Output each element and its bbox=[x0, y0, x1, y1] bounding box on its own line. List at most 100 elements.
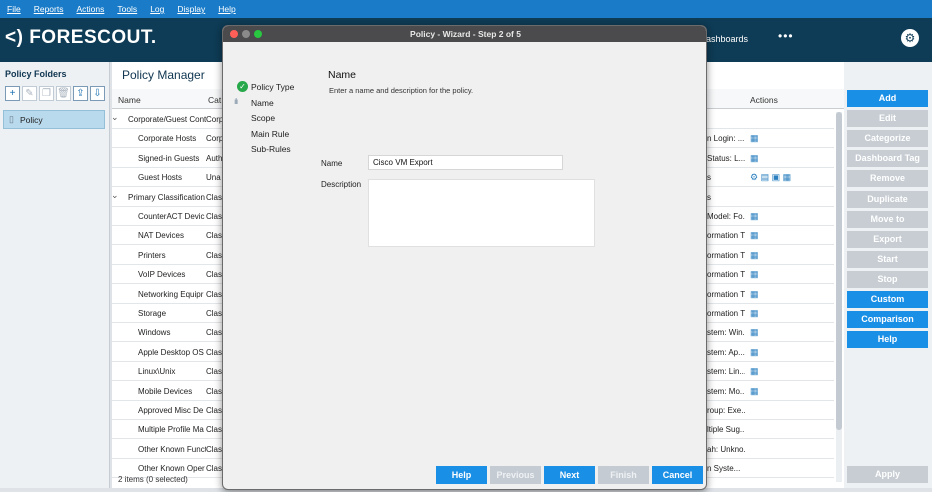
step-name[interactable]: Name bbox=[251, 98, 274, 108]
wizard-page-subtitle: Enter a name and description for the pol… bbox=[329, 86, 474, 95]
menu-file[interactable]: File bbox=[7, 4, 21, 14]
add-button[interactable]: Add bbox=[847, 90, 928, 107]
folder-item-label: Policy bbox=[19, 114, 43, 125]
policy-name: Apple Desktop OS bbox=[138, 347, 204, 357]
menu-tools[interactable]: Tools bbox=[117, 4, 137, 14]
policy-name: VoIP Devices bbox=[138, 270, 186, 280]
folder-item-policy[interactable]: ▯ Policy bbox=[3, 110, 105, 129]
policy-rule: s bbox=[707, 173, 711, 183]
step-policy-type[interactable]: Policy Type bbox=[251, 82, 294, 92]
export-button[interactable]: Export bbox=[847, 230, 928, 248]
remove-button[interactable]: Remove bbox=[847, 170, 928, 188]
policy-action-icons[interactable]: ▦ bbox=[750, 289, 759, 300]
dashboard-tag-button[interactable]: Dashboard Tag bbox=[847, 150, 928, 168]
menu-reports[interactable]: Reports bbox=[34, 4, 64, 14]
policy-category: Corp bbox=[206, 115, 222, 124]
apply-button[interactable]: Apply bbox=[847, 466, 928, 483]
edit-button[interactable]: Edit bbox=[847, 110, 928, 128]
policy-category: Clas bbox=[206, 250, 222, 260]
policy-name: Networking Equipr bbox=[138, 289, 204, 299]
policy-category: Clas bbox=[206, 444, 222, 454]
policy-rule: stem: Ap... bbox=[707, 347, 745, 357]
more-menu-icon[interactable]: ••• bbox=[778, 29, 794, 43]
policy-action-icons[interactable]: ▦ bbox=[750, 153, 759, 164]
policy-action-buttons: Apply Add Edit Categorize Dashboard Tag Remo… bbox=[844, 62, 932, 488]
step-main-rule[interactable]: Main Rule bbox=[251, 129, 289, 139]
policy-action-icons[interactable]: ▦ bbox=[750, 308, 759, 319]
add-folder-icon[interactable]: + bbox=[5, 86, 20, 101]
policy-action-icons[interactable]: ▦ bbox=[750, 250, 759, 261]
name-input[interactable] bbox=[368, 155, 563, 170]
policy-action-icons[interactable]: ⚙ ▤ ▣ ▦ bbox=[750, 172, 791, 183]
start-button[interactable]: Start bbox=[847, 250, 928, 268]
gear-icon[interactable]: ⚙ bbox=[901, 29, 919, 47]
menu-log[interactable]: Log bbox=[150, 4, 164, 14]
policy-action-icons[interactable]: ▦ bbox=[750, 269, 759, 280]
policy-category: Clas bbox=[206, 367, 222, 377]
step-scope[interactable]: Scope bbox=[251, 113, 275, 123]
column-header-name[interactable]: Name bbox=[118, 95, 141, 105]
policy-table-scrollbar[interactable] bbox=[836, 112, 842, 482]
policy-action-icons[interactable]: ▦ bbox=[750, 327, 759, 338]
policy-category: Auth bbox=[206, 153, 222, 163]
delete-folder-icon[interactable]: 🗑 bbox=[56, 86, 71, 101]
edit-folder-icon[interactable]: ✎ bbox=[22, 86, 37, 101]
policy-rule: stem: Lin... bbox=[707, 367, 745, 377]
policy-category: Clas bbox=[206, 192, 222, 202]
cancel-button[interactable]: Cancel bbox=[652, 466, 703, 484]
previous-button[interactable]: Previous bbox=[490, 466, 541, 484]
policy-action-icons[interactable]: ▦ bbox=[750, 347, 759, 358]
policy-category: Clas bbox=[206, 231, 222, 241]
next-button[interactable]: Next bbox=[544, 466, 595, 484]
policy-category: Clas bbox=[206, 328, 222, 338]
policy-rule: n Syste... bbox=[707, 464, 741, 474]
selection-status: 2 items (0 selected) bbox=[118, 475, 188, 484]
column-header-category[interactable]: Cat bbox=[208, 95, 221, 105]
policy-rule: ormation T... bbox=[707, 270, 745, 280]
finish-button[interactable]: Finish bbox=[598, 466, 649, 484]
policy-category: Clas bbox=[206, 406, 222, 415]
folders-toolbar: + ✎ ❐ 🗑 ⇪ ⇩ bbox=[5, 86, 107, 101]
help-button[interactable]: Help bbox=[436, 466, 487, 484]
scrollbar-thumb[interactable] bbox=[836, 112, 842, 430]
policy-action-icons[interactable]: ▦ bbox=[750, 386, 759, 397]
policy-rule: ah: Unkno... bbox=[707, 444, 745, 454]
policy-category: Clas bbox=[206, 347, 222, 357]
policy-action-icons[interactable]: ▦ bbox=[750, 211, 759, 222]
policy-action-icons[interactable]: ▦ bbox=[750, 366, 759, 377]
step-sub-rules[interactable]: Sub-Rules bbox=[251, 144, 291, 154]
policy-name: Windows bbox=[138, 328, 171, 338]
policy-name: Other Known Funct bbox=[138, 444, 206, 454]
policy-category: Clas bbox=[206, 309, 222, 318]
policy-name: Mobile Devices bbox=[138, 386, 193, 396]
description-textarea[interactable] bbox=[368, 179, 595, 247]
duplicate-button[interactable]: Duplicate bbox=[847, 190, 928, 208]
copy-folder-icon[interactable]: ❐ bbox=[39, 86, 54, 101]
import-folder-icon[interactable]: ⇩ bbox=[90, 86, 105, 101]
policy-category: Clas bbox=[206, 289, 222, 299]
menu-bar: File Reports Actions Tools Log Display H… bbox=[0, 0, 932, 18]
policy-rule: Status: L... bbox=[707, 153, 745, 163]
column-header-actions[interactable]: Actions bbox=[750, 95, 778, 105]
chevron-down-icon[interactable]: ⌄ bbox=[111, 112, 119, 123]
forescout-logo: <) FORESCOUT. bbox=[5, 27, 157, 48]
menu-display[interactable]: Display bbox=[177, 4, 205, 14]
export-folder-icon[interactable]: ⇪ bbox=[73, 86, 88, 101]
description-label: Description bbox=[321, 180, 362, 189]
move-to-button[interactable]: Move to bbox=[847, 210, 928, 228]
policy-rule: roup: Exe... bbox=[707, 406, 745, 415]
policy-name: Multiple Profile Ma bbox=[138, 425, 204, 435]
custom-button[interactable]: Custom bbox=[847, 291, 928, 308]
policy-action-icons[interactable]: ▦ bbox=[750, 230, 759, 241]
help-button[interactable]: Help bbox=[847, 331, 928, 349]
menu-help[interactable]: Help bbox=[218, 4, 235, 14]
chevron-down-icon[interactable]: ⌄ bbox=[111, 190, 119, 201]
menu-actions[interactable]: Actions bbox=[76, 4, 104, 14]
dashboards-link[interactable]: ashboards bbox=[706, 34, 748, 44]
policy-category: Clas bbox=[206, 464, 222, 474]
categorize-button[interactable]: Categorize bbox=[847, 130, 928, 148]
comparison-button[interactable]: Comparison bbox=[847, 311, 928, 329]
policy-name: Other Known Oper bbox=[138, 464, 205, 474]
policy-action-icons[interactable]: ▦ bbox=[750, 133, 759, 144]
stop-button[interactable]: Stop bbox=[847, 270, 928, 288]
